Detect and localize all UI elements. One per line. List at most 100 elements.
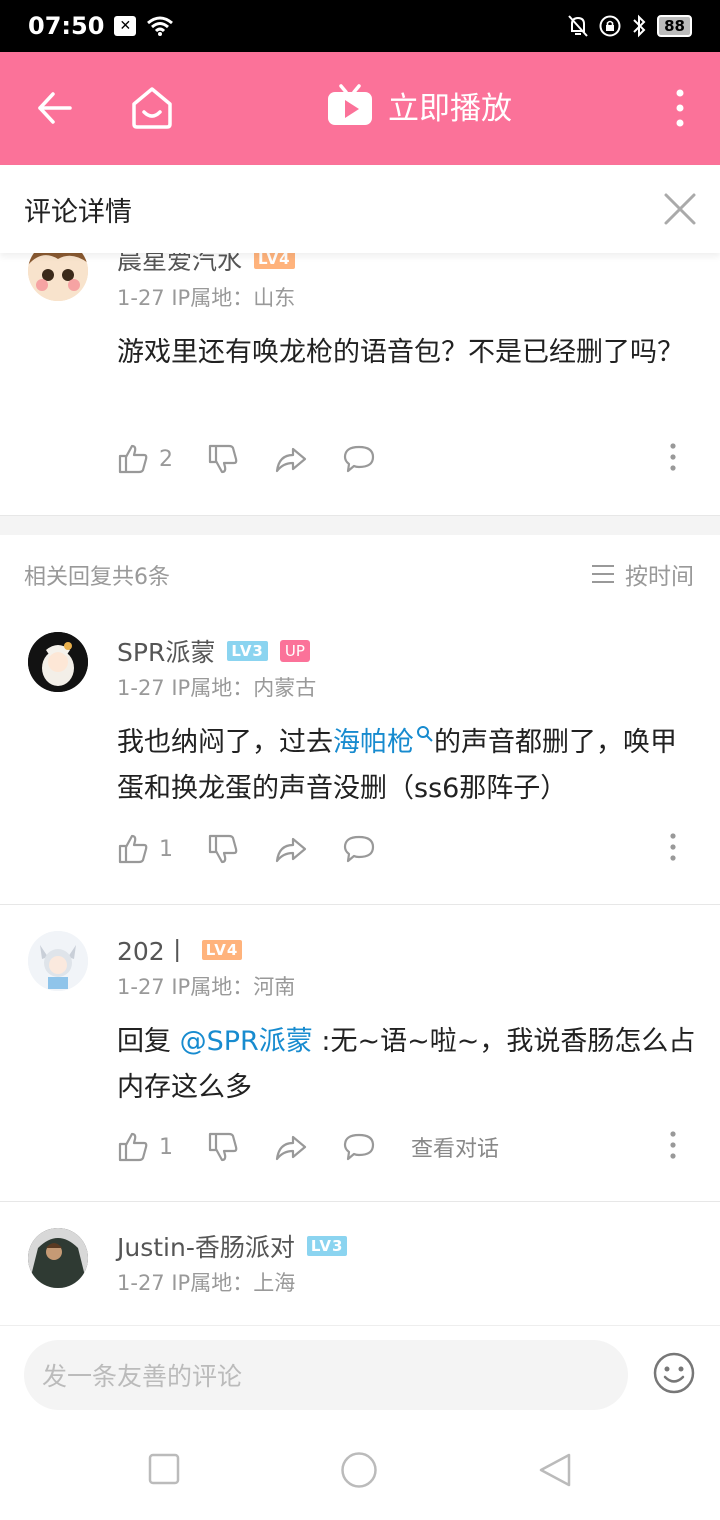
close-button[interactable] (662, 191, 698, 227)
status-time: 07:50 (28, 12, 105, 40)
reply-bubble-icon (343, 445, 375, 473)
comment-username[interactable]: Justin-香肠派对 LV3 (117, 1228, 348, 1264)
mention-link[interactable]: @SPR派蒙 (180, 1026, 313, 1057)
nav-circle-icon (341, 1452, 377, 1488)
lock-icon (599, 15, 621, 37)
level-badge: LV4 (201, 940, 243, 960)
recents-button[interactable] (148, 1453, 180, 1489)
sort-button[interactable]: 按时间 (591, 557, 694, 591)
like-count: 2 (159, 446, 173, 472)
like-button[interactable]: 1 (117, 833, 207, 865)
thumb-up-icon (118, 1132, 148, 1162)
dislike-button[interactable] (207, 443, 275, 475)
wifi-icon (147, 16, 174, 36)
home-button[interactable] (130, 84, 174, 130)
section-divider (0, 515, 720, 535)
play-tv-icon (328, 84, 372, 125)
up-badge: UP (279, 640, 310, 662)
thumb-down-icon (208, 834, 238, 864)
comment-list[interactable]: 晨星爱汽水 LV4 1-27 IP属地：山东 游戏里还有唤龙枪的语音包？不是已经… (0, 253, 720, 1325)
back-nav-button[interactable] (538, 1452, 572, 1492)
emoji-icon (653, 1352, 695, 1394)
comment-meta: 1-27 IP属地：山东 (117, 286, 296, 310)
thumb-down-icon (208, 444, 238, 474)
like-button[interactable]: 2 (117, 443, 207, 475)
search-icon (417, 726, 433, 742)
share-icon (275, 447, 307, 473)
share-button[interactable] (275, 443, 343, 475)
reply-bubble-icon (343, 1133, 375, 1161)
comment-more-button[interactable] (669, 1131, 677, 1163)
like-button[interactable]: 1 (117, 1131, 207, 1163)
sort-label: 按时间 (625, 564, 694, 590)
comment-actions: 2 (117, 439, 677, 479)
comment-more-button[interactable] (669, 443, 677, 475)
reply-item: SPR派蒙 LV3 UP 1-27 IP属地：内蒙古 我也纳闷了，过去海帕枪 的声… (0, 623, 720, 905)
share-icon (275, 1135, 307, 1161)
level-badge: LV4 (254, 253, 295, 269)
more-vertical-icon (676, 89, 684, 127)
comment-text[interactable]: 游戏里还有唤龙枪的语音包？不是已经删了吗？ (117, 330, 697, 376)
back-arrow-icon (38, 92, 72, 124)
share-button[interactable] (275, 833, 343, 865)
view-conversation-link[interactable]: 查看对话 (411, 1131, 499, 1163)
more-vertical-icon (670, 1131, 676, 1159)
status-bar: 07:50 ✕ 88 (0, 0, 720, 52)
comment-actions: 1 (117, 829, 677, 869)
comment-username[interactable]: 202丨 LV4 (117, 932, 243, 968)
emoji-button[interactable] (652, 1351, 696, 1399)
reply-item: Justin-香肠派对 LV3 1-27 IP属地：上海 (0, 1202, 720, 1325)
more-vertical-icon (670, 443, 676, 471)
reply-bubble-icon (343, 835, 375, 863)
close-icon (664, 193, 696, 225)
home-nav-button[interactable] (340, 1451, 378, 1493)
share-button[interactable] (275, 1131, 343, 1163)
reply-prefix: 回复 (117, 1026, 180, 1057)
username-text: 202丨 (117, 937, 190, 966)
more-menu-button[interactable] (666, 88, 694, 128)
play-now-label: 立即播放 (388, 90, 512, 127)
username-text: 晨星爱汽水 (117, 253, 243, 275)
back-button[interactable] (36, 89, 74, 127)
avatar[interactable] (28, 253, 88, 301)
play-now-button[interactable]: 立即播放 (326, 82, 512, 128)
comment-text[interactable]: 回复 @SPR派蒙 :无~语~啦~，我说香肠怎么占内存这么多 (117, 1019, 697, 1111)
comment-input-bar: 发一条友善的评论 (0, 1325, 720, 1425)
main-comment: 晨星爱汽水 LV4 1-27 IP属地：山东 游戏里还有唤龙枪的语音包？不是已经… (0, 253, 720, 515)
system-nav-bar (0, 1425, 720, 1520)
replies-count: 相关回复共6条 (24, 565, 170, 590)
comment-meta: 1-27 IP属地：上海 (117, 1271, 296, 1295)
nav-back-triangle-icon (539, 1453, 571, 1487)
thumb-up-icon (118, 834, 148, 864)
comment-more-button[interactable] (669, 833, 677, 865)
thumb-down-icon (208, 1132, 238, 1162)
level-badge: LV3 (306, 1236, 348, 1256)
level-badge: LV3 (227, 641, 268, 661)
username-text: SPR派蒙 (117, 638, 216, 667)
reply-button[interactable] (343, 834, 411, 864)
username-text: Justin-香肠派对 (117, 1233, 295, 1262)
battery-level: 88 (657, 15, 692, 37)
dislike-button[interactable] (207, 833, 275, 865)
comment-text[interactable]: 我也纳闷了，过去海帕枪 的声音都删了，唤甲蛋和换龙蛋的声音没删（ss6那阵子） (117, 720, 697, 812)
comment-detail-header: 评论详情 (0, 165, 720, 253)
comment-input[interactable]: 发一条友善的评论 (24, 1340, 628, 1410)
keyword-link-text: 海帕枪 (333, 727, 414, 758)
mute-bell-icon (568, 15, 588, 37)
avatar[interactable] (28, 931, 88, 991)
page-title: 评论详情 (24, 196, 132, 228)
comment-actions: 1 查看对话 (117, 1127, 677, 1167)
reply-button[interactable] (343, 1132, 411, 1162)
bluetooth-icon (633, 14, 646, 38)
comment-meta: 1-27 IP属地：内蒙古 (117, 676, 317, 700)
avatar[interactable] (28, 632, 88, 692)
sort-list-icon (592, 565, 614, 583)
comment-meta: 1-27 IP属地：河南 (117, 975, 296, 999)
dislike-button[interactable] (207, 1131, 275, 1163)
comment-username[interactable]: SPR派蒙 LV3 UP (117, 633, 310, 669)
keyword-link[interactable]: 海帕枪 (333, 726, 434, 758)
avatar[interactable] (28, 1228, 88, 1288)
reply-button[interactable] (343, 444, 411, 474)
comment-username[interactable]: 晨星爱汽水 LV4 (117, 253, 295, 277)
top-app-bar: 立即播放 (0, 52, 720, 165)
